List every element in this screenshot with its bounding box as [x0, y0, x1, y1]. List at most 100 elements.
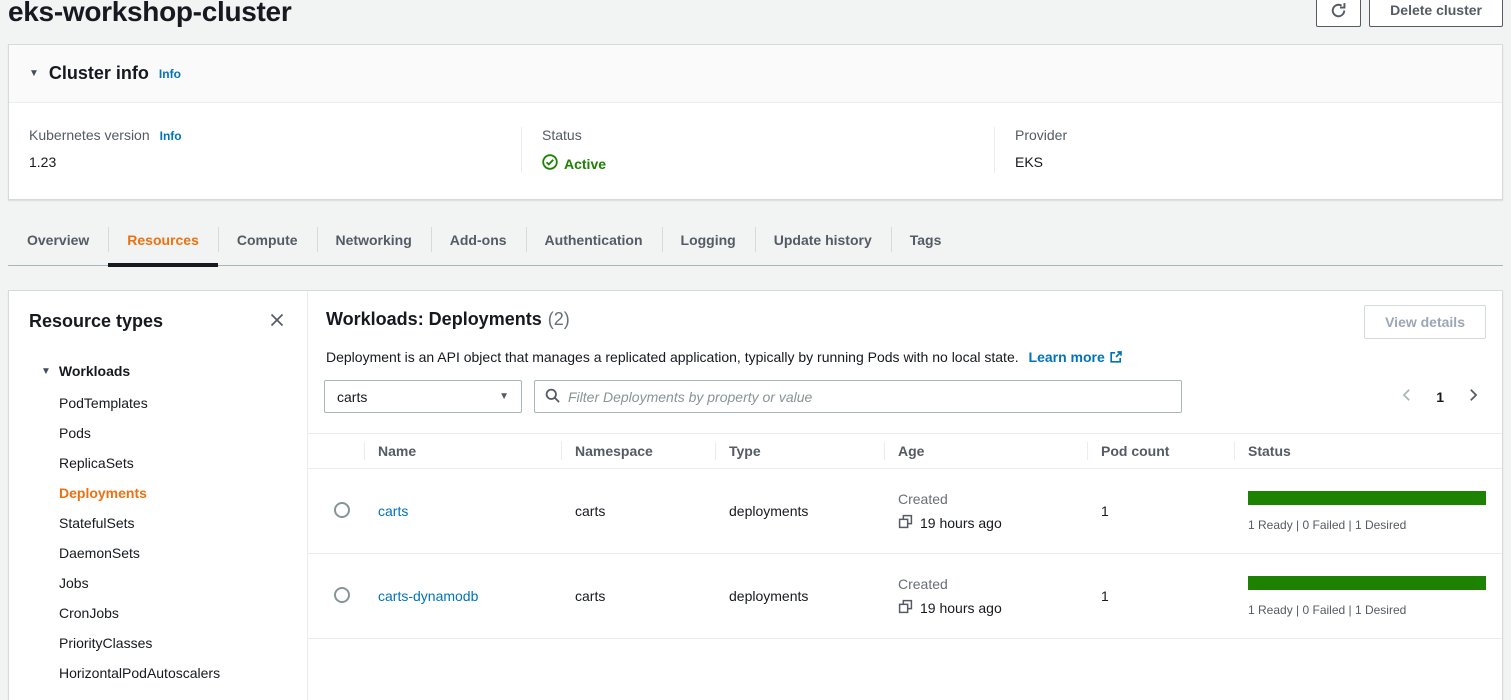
page-title: eks-workshop-cluster: [8, 0, 291, 27]
panel-description: Deployment is an API object that manages…: [308, 339, 1502, 367]
copy-icon: [898, 514, 913, 532]
cell-status: 1 Ready | 0 Failed | 1 Desired: [1234, 491, 1502, 532]
field-kubernetes-version: Kubernetes version Info 1.23: [9, 127, 521, 173]
check-circle-icon: [542, 154, 558, 173]
sidebar-item-replicasets[interactable]: ReplicaSets: [59, 448, 287, 478]
tab-compute[interactable]: Compute: [218, 214, 317, 265]
delete-cluster-button[interactable]: Delete cluster: [1369, 0, 1503, 27]
tab-resources[interactable]: Resources: [108, 214, 218, 265]
table-row: carts-dynamodb carts deployments Created…: [308, 554, 1502, 639]
tree-group-workloads[interactable]: ▼ Workloads: [29, 363, 287, 379]
cluster-info-header[interactable]: ▼ Cluster info Info: [9, 45, 1502, 103]
sidebar-item-jobs[interactable]: Jobs: [59, 568, 287, 598]
page-number[interactable]: 1: [1436, 389, 1444, 405]
cluster-info-title: Cluster info: [49, 63, 149, 84]
deployments-panel: Workloads: Deployments(2) View details D…: [308, 291, 1502, 700]
caret-down-icon: ▼: [29, 68, 39, 79]
resource-types-sidebar: Resource types ▼ Workloads PodTemplates …: [9, 291, 308, 700]
table-header: Name Namespace Type Age Pod count Status: [308, 433, 1502, 469]
status-bar: [1248, 491, 1486, 505]
close-sidebar-button[interactable]: [267, 310, 287, 333]
field-label: Provider: [1015, 127, 1067, 143]
pagination: 1: [1400, 388, 1480, 405]
status-caption: 1 Ready | 0 Failed | 1 Desired: [1248, 518, 1486, 532]
field-label: Status: [542, 127, 582, 143]
resource-types-title: Resource types: [29, 311, 163, 332]
column-type: Type: [715, 434, 884, 468]
refresh-button[interactable]: [1316, 0, 1361, 27]
page-header: eks-workshop-cluster Delete cluster: [0, 0, 1511, 40]
sidebar-item-priorityclasses[interactable]: PriorityClasses: [59, 628, 287, 658]
cell-status: 1 Ready | 0 Failed | 1 Desired: [1234, 576, 1502, 617]
field-status: Status Active: [521, 127, 994, 173]
sidebar-item-pods[interactable]: Pods: [59, 418, 287, 448]
sidebar-item-daemonsets[interactable]: DaemonSets: [59, 538, 287, 568]
field-provider: Provider EKS: [994, 127, 1502, 173]
kubernetes-version-info-link[interactable]: Info: [160, 129, 182, 143]
cluster-tabs: Overview Resources Compute Networking Ad…: [8, 214, 1503, 266]
sidebar-item-statefulsets[interactable]: StatefulSets: [59, 508, 287, 538]
view-details-button[interactable]: View details: [1364, 305, 1486, 339]
deployment-name-link[interactable]: carts-dynamodb: [378, 588, 478, 604]
cell-namespace: carts: [561, 588, 715, 604]
cluster-info-body: Kubernetes version Info 1.23 Status Acti…: [9, 103, 1502, 199]
column-status: Status: [1234, 434, 1502, 468]
column-name: Name: [364, 434, 561, 468]
caret-down-icon: ▼: [41, 366, 51, 377]
resource-tree: ▼ Workloads PodTemplates Pods ReplicaSet…: [29, 363, 287, 688]
tab-tags[interactable]: Tags: [891, 214, 961, 265]
sidebar-item-cronjobs[interactable]: CronJobs: [59, 598, 287, 628]
refresh-icon: [1330, 2, 1347, 19]
chevron-left-icon: [1400, 388, 1414, 405]
deployments-table: Name Namespace Type Age Pod count Status…: [308, 433, 1502, 639]
sidebar-item-podtemplates[interactable]: PodTemplates: [59, 388, 287, 418]
next-page-button[interactable]: [1466, 388, 1480, 405]
status-bar: [1248, 576, 1486, 590]
cell-age: Created 19 hours ago: [884, 576, 1087, 617]
filter-row: carts ▼ 1: [308, 367, 1502, 413]
tab-authentication[interactable]: Authentication: [526, 214, 662, 265]
row-radio-button[interactable]: [334, 502, 350, 518]
table-row: carts carts deployments Created 19 hours…: [308, 469, 1502, 554]
resources-content-card: Resource types ▼ Workloads PodTemplates …: [8, 290, 1503, 700]
cell-pod-count: 1: [1087, 588, 1234, 604]
sidebar-item-deployments[interactable]: Deployments: [59, 478, 287, 508]
kubernetes-version-value: 1.23: [29, 154, 501, 170]
header-actions: Delete cluster: [1316, 0, 1503, 27]
cell-type: deployments: [715, 503, 884, 519]
tab-networking[interactable]: Networking: [317, 214, 431, 265]
eks-console-screen: eks-workshop-cluster Delete cluster ▼ Cl…: [0, 0, 1511, 700]
field-label: Kubernetes version: [29, 127, 150, 143]
tab-add-ons[interactable]: Add-ons: [431, 214, 526, 265]
column-select: [308, 434, 364, 468]
column-namespace: Namespace: [561, 434, 715, 468]
tab-update-history[interactable]: Update history: [755, 214, 891, 265]
sidebar-item-horizontalpodautoscalers[interactable]: HorizontalPodAutoscalers: [59, 658, 287, 688]
chevron-right-icon: [1466, 388, 1480, 405]
tab-overview[interactable]: Overview: [8, 214, 108, 265]
previous-page-button[interactable]: [1400, 388, 1414, 405]
cell-namespace: carts: [561, 503, 715, 519]
column-age: Age: [884, 434, 1087, 468]
cell-age: Created 19 hours ago: [884, 491, 1087, 532]
cell-type: deployments: [715, 588, 884, 604]
filter-dropdown[interactable]: carts ▼: [324, 380, 522, 413]
deployment-name-link[interactable]: carts: [378, 503, 408, 519]
copy-icon: [898, 599, 913, 617]
external-link-icon: [1109, 351, 1123, 367]
cluster-status-value: Active: [542, 154, 974, 173]
chevron-down-icon: ▼: [499, 391, 509, 402]
row-radio-button[interactable]: [334, 587, 350, 603]
search-icon: [545, 388, 560, 406]
column-pod-count: Pod count: [1087, 434, 1234, 468]
tab-logging[interactable]: Logging: [662, 214, 755, 265]
deployments-count: (2): [548, 309, 570, 329]
search-input[interactable]: [568, 389, 1171, 405]
search-box: [534, 380, 1182, 413]
close-icon: [269, 316, 285, 331]
cluster-info-info-link[interactable]: Info: [159, 67, 181, 81]
status-caption: 1 Ready | 0 Failed | 1 Desired: [1248, 603, 1486, 617]
learn-more-link[interactable]: Learn more: [1029, 349, 1123, 365]
provider-value: EKS: [1015, 154, 1482, 170]
cluster-info-card: ▼ Cluster info Info Kubernetes version I…: [8, 44, 1503, 200]
